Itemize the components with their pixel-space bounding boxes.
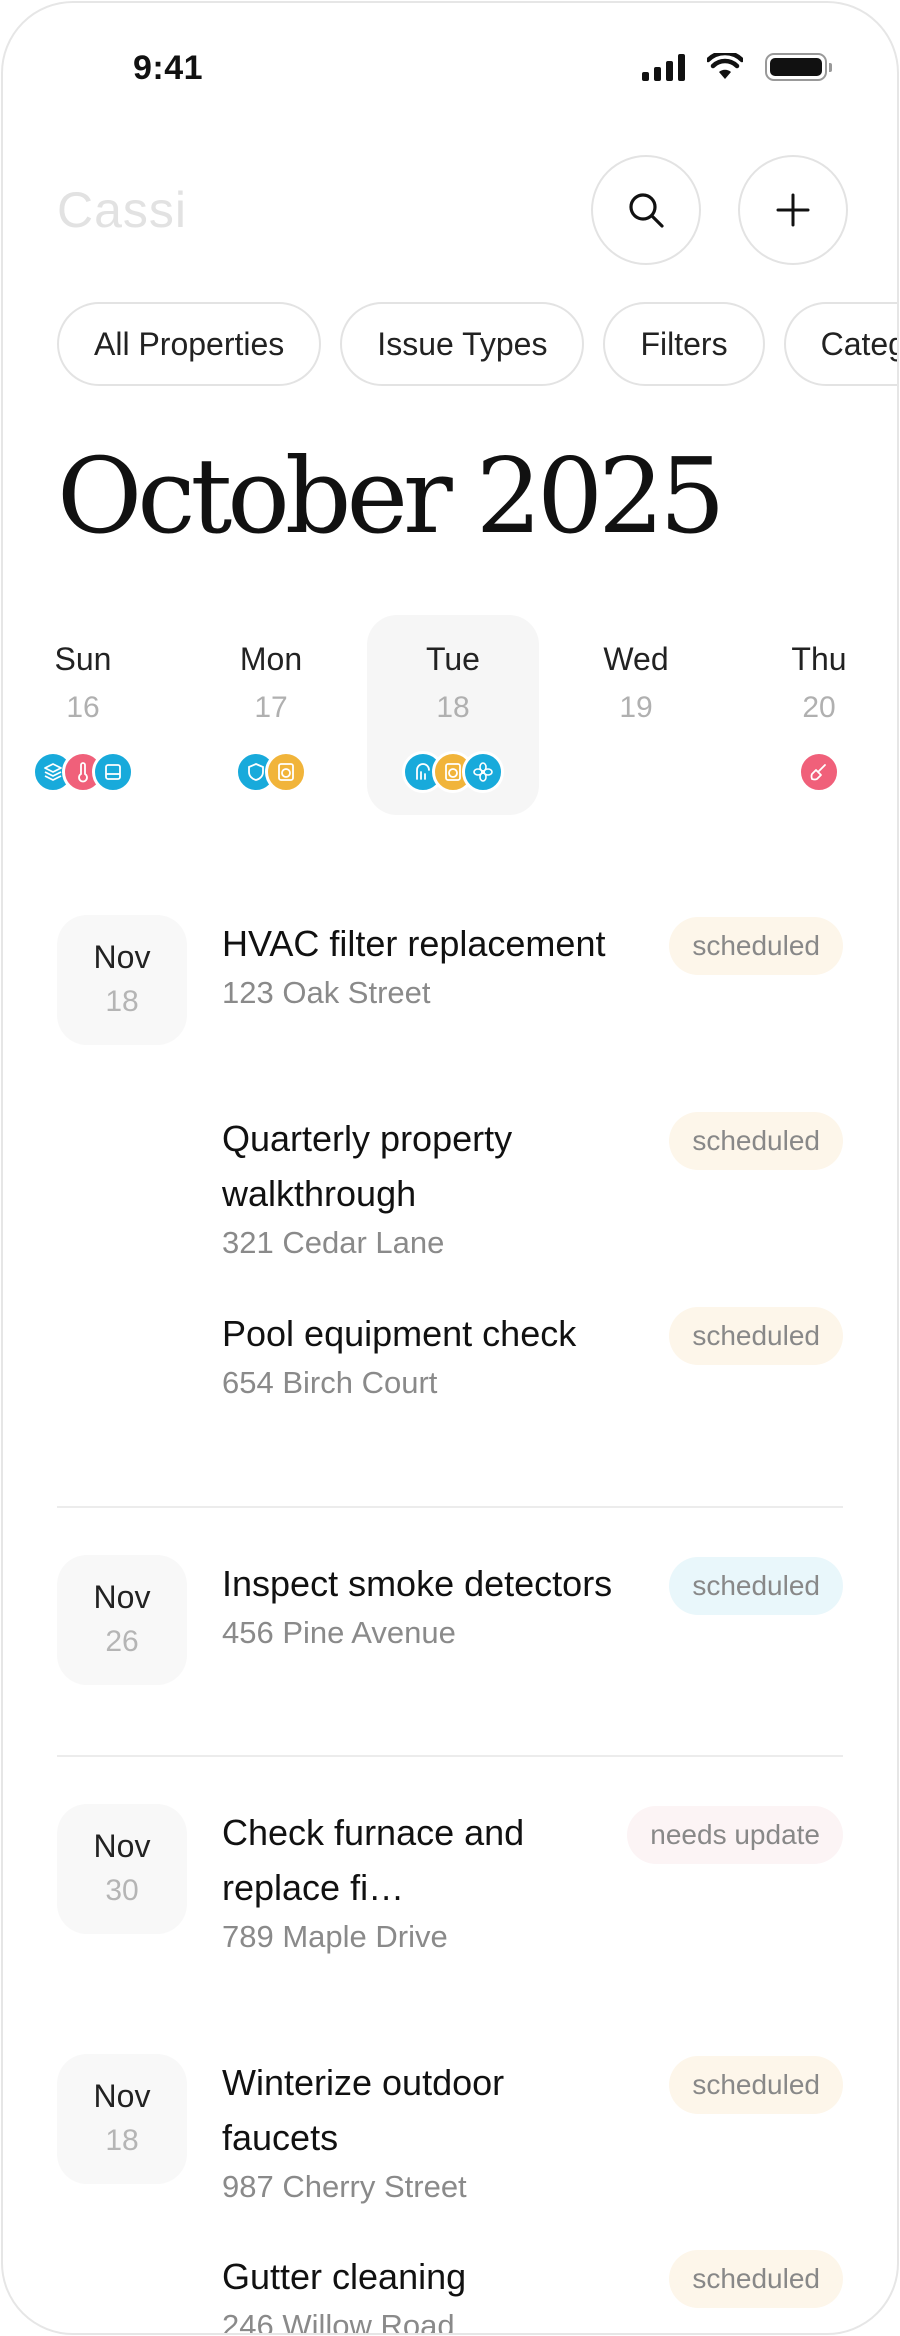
- wifi-icon: [707, 53, 743, 79]
- date-day: 18: [105, 985, 139, 1018]
- month-title: October 2025: [57, 435, 725, 557]
- day-sun[interactable]: Sun 16: [3, 615, 169, 815]
- date-day: 26: [105, 1625, 139, 1658]
- date-badge: Nov 18: [57, 2054, 187, 2184]
- filter-chips: All Properties Issue Types Filters Categ…: [57, 302, 897, 386]
- chip-issue-types[interactable]: Issue Types: [340, 302, 585, 386]
- task-address: 246 Willow Road: [222, 2308, 455, 2335]
- task-item[interactable]: Gutter cleaning 246 Willow Road: [222, 2249, 622, 2335]
- task-item[interactable]: Inspect smoke detectors 456 Pine Avenue: [222, 1556, 622, 1651]
- day-number: 17: [254, 691, 288, 724]
- signal-icon: [642, 53, 685, 81]
- task-address: 321 Cedar Lane: [222, 1225, 445, 1260]
- chip-categories[interactable]: Categories: [783, 302, 897, 386]
- task-item[interactable]: Winterize outdoor faucets 987 Cherry Str…: [222, 2055, 622, 2205]
- status-badge: scheduled: [669, 917, 843, 975]
- event-dots: [733, 751, 897, 793]
- task-address: 654 Birch Court: [222, 1365, 438, 1400]
- day-tue[interactable]: Tue 18: [367, 615, 539, 815]
- event-dots: [367, 751, 539, 793]
- status-badge: scheduled: [669, 2250, 843, 2308]
- add-button[interactable]: [738, 155, 848, 265]
- task-title: Pool equipment check: [222, 1313, 577, 1354]
- status-badge: scheduled: [669, 2056, 843, 2114]
- date-month: Nov: [93, 939, 151, 975]
- chip-all-properties[interactable]: All Properties: [57, 302, 322, 386]
- task-address: 987 Cherry Street: [222, 2169, 467, 2204]
- day-name: Sun: [54, 641, 112, 677]
- day-name: Thu: [791, 641, 847, 677]
- task-title: Winterize outdoor faucets: [222, 2062, 505, 2158]
- task-item[interactable]: Check furnace and replace fi… 789 Maple …: [222, 1805, 622, 1955]
- task-title: Inspect smoke detectors: [222, 1563, 613, 1604]
- plus-icon: [776, 193, 810, 227]
- date-day: 18: [105, 2124, 139, 2157]
- status-icons: [642, 53, 832, 81]
- date-badge: Nov 26: [57, 1555, 187, 1685]
- search-icon: [629, 193, 664, 228]
- app-title: Cassi: [57, 182, 188, 238]
- search-button[interactable]: [591, 155, 701, 265]
- day-mon[interactable]: Mon 17: [185, 615, 357, 815]
- date-badge: Nov 30: [57, 1804, 187, 1934]
- day-name: Mon: [239, 641, 303, 677]
- task-item[interactable]: Quarterly property walkthrough 321 Cedar…: [222, 1111, 622, 1261]
- divider: [57, 1506, 843, 1508]
- divider: [57, 1755, 843, 1757]
- status-badge: needs update: [627, 1806, 843, 1864]
- day-thu[interactable]: Thu 20: [733, 615, 897, 815]
- task-item[interactable]: Pool equipment check 654 Birch Court: [222, 1306, 622, 1401]
- day-number: 19: [619, 691, 653, 724]
- day-wed[interactable]: Wed 19: [550, 615, 722, 815]
- chip-filters[interactable]: Filters: [603, 302, 765, 386]
- event-dots: [185, 751, 357, 793]
- event-dots: [3, 751, 169, 793]
- task-title: Quarterly property walkthrough: [222, 1118, 513, 1214]
- day-name: Tue: [426, 641, 480, 677]
- fan-icon: [462, 751, 504, 793]
- day-number: 20: [802, 691, 836, 724]
- phone-frame: 9:41 Cassi All Properties Issue Types Fi…: [1, 1, 899, 2335]
- date-month: Nov: [93, 1828, 151, 1864]
- task-title: Check furnace and replace fi…: [222, 1812, 525, 1908]
- task-title: HVAC filter replacement: [222, 923, 606, 964]
- status-badge: scheduled: [669, 1557, 843, 1615]
- day-name: Wed: [603, 641, 669, 677]
- window-icon: [92, 751, 134, 793]
- date-month: Nov: [93, 1579, 151, 1615]
- day-number: 18: [436, 691, 470, 724]
- battery-icon: [765, 53, 832, 81]
- task-title: Gutter cleaning: [222, 2256, 467, 2297]
- status-badge: scheduled: [669, 1112, 843, 1170]
- date-day: 30: [105, 1874, 139, 1907]
- status-badge: scheduled: [669, 1307, 843, 1365]
- task-address: 123 Oak Street: [222, 975, 431, 1010]
- day-number: 16: [66, 691, 100, 724]
- date-badge: Nov 18: [57, 915, 187, 1045]
- broom-icon: [798, 751, 840, 793]
- task-address: 456 Pine Avenue: [222, 1615, 456, 1650]
- task-address: 789 Maple Drive: [222, 1919, 448, 1954]
- status-time: 9:41: [133, 49, 204, 87]
- date-month: Nov: [93, 2078, 151, 2114]
- task-item[interactable]: HVAC filter replacement 123 Oak Street: [222, 916, 622, 1011]
- washer-icon: [265, 751, 307, 793]
